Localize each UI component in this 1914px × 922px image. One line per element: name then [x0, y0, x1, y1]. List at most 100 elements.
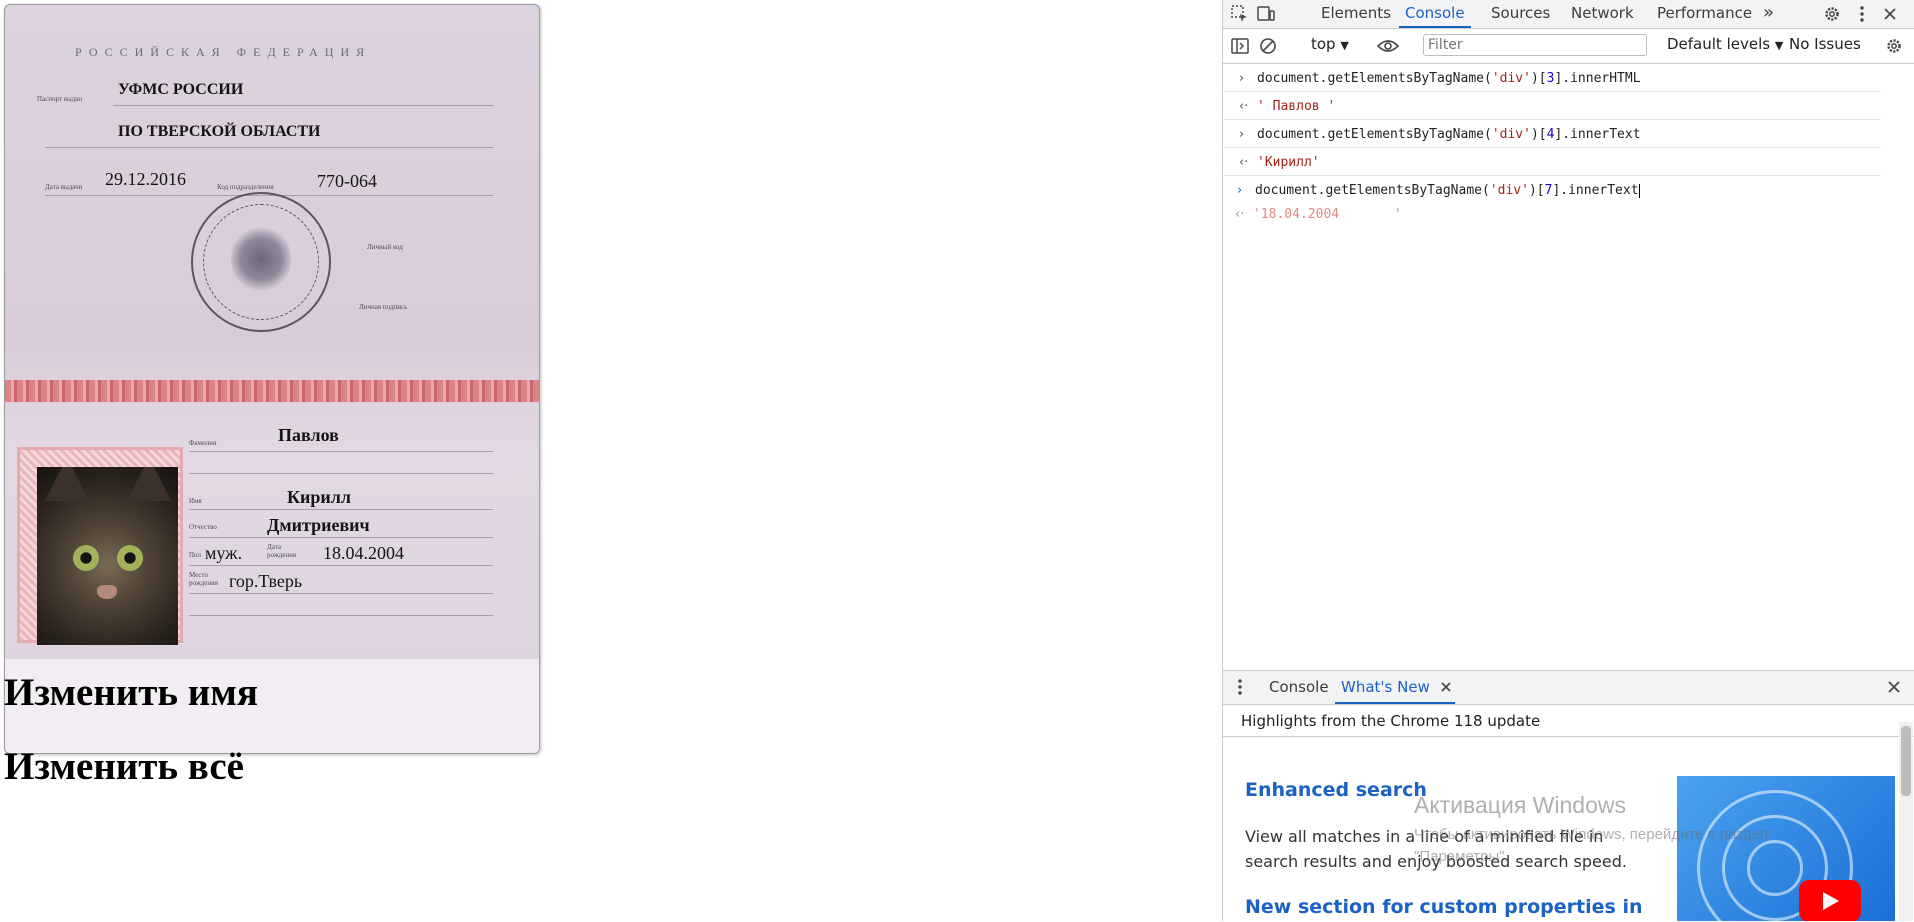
passport-label-issued: Паспорт выдан [37, 95, 83, 103]
console-code: document.getElementsByTagName( [1257, 71, 1492, 86]
close-devtools-icon[interactable] [1879, 3, 1901, 25]
youtube-play-icon[interactable] [1799, 880, 1861, 921]
console-code: document.getElementsByTagName( [1255, 183, 1490, 198]
devtools-panel: Elements Console Sources Network Perform… [1222, 0, 1914, 921]
passport-issue-date: 29.12.2016 [105, 169, 186, 189]
output-chevron-icon: ‹· [1239, 155, 1249, 170]
console-output-line[interactable]: ‹· 'Кирилл' [1223, 148, 1881, 176]
passport-given-name: Кирилл [287, 487, 352, 507]
passport-label-name: Имя [189, 497, 202, 505]
eye-icon[interactable] [1377, 35, 1399, 57]
passport-photo-frame [17, 447, 183, 645]
text-caret [1638, 183, 1640, 198]
whats-new-video-thumbnail[interactable] [1677, 776, 1895, 921]
passport-label-patronymic: Отчество [189, 523, 217, 531]
console-result: ' Павлов ' [1257, 99, 1336, 114]
kebab-menu-icon[interactable] [1851, 3, 1873, 25]
console-code-punct: )[ [1530, 127, 1547, 142]
device-toolbar-icon[interactable] [1255, 3, 1277, 25]
tab-console[interactable]: Console [1399, 0, 1471, 28]
whats-new-item-title[interactable]: New section for custom properties in [1245, 896, 1642, 918]
passport-label-surname: Фамилия [189, 439, 217, 447]
input-chevron-icon: › [1239, 71, 1245, 86]
console-output[interactable]: › document.getElementsByTagName('div')[3… [1223, 64, 1914, 670]
passport-rule [189, 537, 493, 538]
console-result: 'Кирилл' [1257, 155, 1320, 170]
console-code-string: 'div' [1491, 127, 1531, 142]
scrollbar-thumb[interactable] [1901, 726, 1911, 796]
passport-division-code: 770-064 [317, 171, 377, 191]
passport-rule [189, 593, 493, 594]
passport-rule [45, 147, 493, 148]
context-selector[interactable]: top ▼ [1311, 35, 1349, 53]
change-name-heading[interactable]: Изменить имя [4, 670, 258, 715]
drawer-scrollbar[interactable] [1899, 722, 1913, 921]
passport-label-birth-date: Дата рождения [267, 543, 297, 559]
inspect-icon[interactable] [1229, 3, 1251, 25]
coat-of-arms-icon [231, 224, 291, 294]
console-code: document.getElementsByTagName( [1257, 127, 1492, 142]
log-levels-label: Default levels [1667, 35, 1771, 53]
console-code-punct: )[ [1528, 183, 1545, 198]
passport-label-sex: Пол [189, 551, 201, 559]
whats-new-item-title[interactable]: Enhanced search [1245, 779, 1427, 801]
passport-photo-cat [37, 467, 178, 645]
close-tab-icon[interactable] [1441, 678, 1451, 696]
tab-sources[interactable]: Sources [1491, 0, 1550, 28]
console-preview: '18.04.2004 ' [1253, 207, 1402, 222]
passport-stamp [191, 192, 331, 332]
console-input-line[interactable]: › document.getElementsByTagName('div')[3… [1223, 64, 1881, 92]
chevron-down-icon: ▼ [1340, 39, 1349, 52]
console-code: .innerText [1560, 183, 1639, 198]
settings-gear-icon[interactable] [1821, 3, 1843, 25]
console-code-string: 'div' [1491, 71, 1531, 86]
passport-issued-by-1: УФМС РОССИИ [118, 81, 244, 98]
passport-sex: муж. [205, 543, 243, 563]
log-levels-dropdown[interactable]: Default levels ▼ [1667, 35, 1783, 53]
passport-issued-by-2: ПО ТВЕРСКОЙ ОБЛАСТИ [118, 123, 321, 140]
passport-label-division: Код подразделения [217, 183, 274, 191]
whats-new-body-line: search results and enjoy boosted search … [1245, 852, 1627, 871]
console-input-line[interactable]: › document.getElementsByTagName('div')[4… [1223, 120, 1881, 148]
passport-red-band [5, 380, 539, 402]
context-label: top [1311, 35, 1336, 53]
console-prompt-line[interactable]: › document.getElementsByTagName('div')[7… [1223, 176, 1881, 203]
change-all-heading[interactable]: Изменить всё [4, 744, 244, 789]
passport-rule [189, 509, 493, 510]
passport-label-birth-place: Место рождения [189, 571, 219, 587]
more-tabs-button[interactable]: » [1763, 0, 1774, 28]
drawer-tab-whats-new[interactable]: What's New [1335, 671, 1455, 704]
clear-console-icon[interactable] [1257, 35, 1279, 57]
passport-rule [189, 615, 493, 616]
tab-elements[interactable]: Elements [1321, 0, 1391, 28]
chevron-down-icon: ▼ [1774, 39, 1784, 52]
passport-rule [189, 473, 493, 474]
devtools-tab-bar: Elements Console Sources Network Perform… [1223, 0, 1914, 29]
close-drawer-icon[interactable] [1883, 676, 1905, 698]
drawer-tab-console[interactable]: Console [1269, 671, 1329, 704]
input-chevron-icon: › [1239, 127, 1245, 142]
whats-new-body-line: View all matches in a line of a minified… [1245, 827, 1604, 846]
console-eager-preview: ‹· '18.04.2004 ' [1223, 200, 1881, 227]
passport-patronymic: Дмитриевич [267, 515, 370, 535]
output-chevron-icon: ‹· [1239, 99, 1249, 114]
drawer-tab-bar: Console What's New [1223, 671, 1914, 705]
passport-rule [189, 451, 493, 452]
tab-performance[interactable]: Performance [1657, 0, 1752, 28]
console-filter-input[interactable] [1423, 34, 1647, 56]
console-output-line[interactable]: ‹· ' Павлов ' [1223, 92, 1881, 120]
console-code-punct: )[ [1530, 71, 1547, 86]
console-settings-gear-icon[interactable] [1883, 35, 1905, 57]
drawer-menu-icon[interactable] [1229, 676, 1251, 698]
console-code: .innerHTML [1562, 71, 1641, 86]
issues-button[interactable]: No Issues [1789, 35, 1861, 53]
sidebar-toggle-icon[interactable] [1229, 35, 1251, 57]
passport-label-personal-code: Личный код [367, 243, 403, 251]
passport-birth-date: 18.04.2004 [323, 543, 404, 563]
whats-new-item-body: View all matches in a line of a minified… [1245, 824, 1627, 874]
prompt-chevron-icon: › [1237, 183, 1243, 198]
tab-network[interactable]: Network [1571, 0, 1634, 28]
passport-birth-place: гор.Тверь [229, 571, 303, 591]
whats-new-header: Highlights from the Chrome 118 update [1223, 705, 1914, 737]
console-toolbar: top ▼ Default levels ▼ No Issues [1223, 29, 1914, 64]
